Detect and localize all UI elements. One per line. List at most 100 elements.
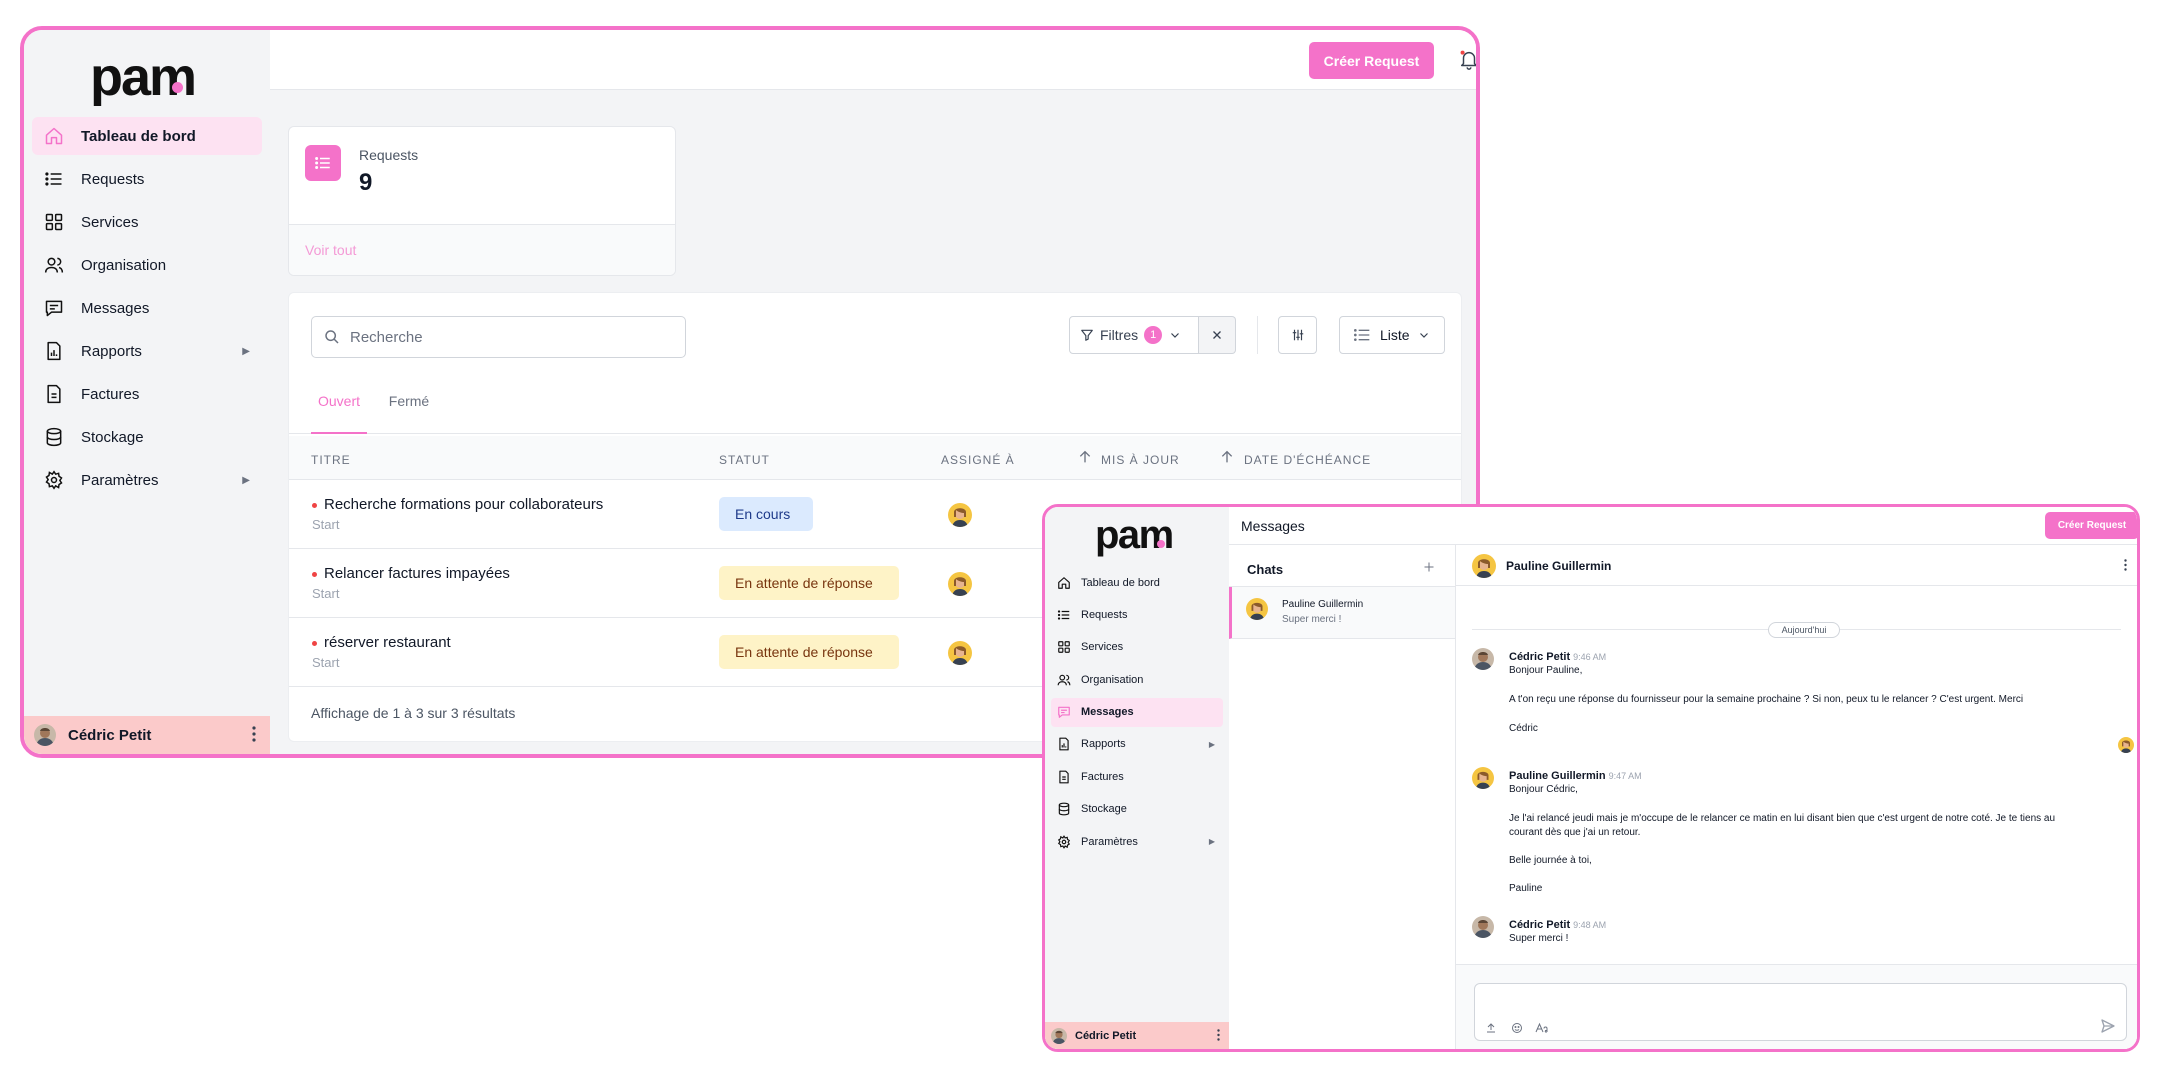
chats-title: Chats bbox=[1247, 562, 1284, 577]
message-author: Cédric Petit bbox=[1509, 919, 1571, 931]
unread-dot bbox=[312, 641, 317, 646]
create-request-button[interactable]: Créer Request bbox=[1309, 42, 1434, 79]
bell-icon[interactable] bbox=[1458, 48, 1476, 72]
column-header-assigned[interactable]: Assigné à bbox=[941, 453, 1015, 467]
database-icon bbox=[44, 427, 64, 447]
sidebar-item-stockage[interactable]: Stockage bbox=[1051, 795, 1223, 824]
emoji-icon[interactable] bbox=[1511, 1022, 1523, 1034]
sidebar: pam Tableau de bord Requests Services Or… bbox=[24, 30, 270, 754]
logo-dot bbox=[1157, 540, 1165, 548]
grid-icon bbox=[1057, 640, 1071, 654]
row-title[interactable]: Relancer factures impayées bbox=[324, 565, 510, 582]
column-header-updated[interactable]: Mis à jour bbox=[1101, 453, 1180, 467]
sidebar-item-organisation[interactable]: Organisation bbox=[1051, 665, 1223, 694]
message-time: 9:46 AM bbox=[1573, 652, 1607, 662]
see-all-link[interactable]: Voir tout bbox=[289, 224, 675, 275]
row-title[interactable]: Recherche formations pour collaborateurs bbox=[324, 496, 603, 513]
avatar bbox=[1051, 1027, 1067, 1044]
filters-button[interactable]: Filtres 1 bbox=[1069, 316, 1199, 354]
avatar bbox=[1472, 648, 1494, 670]
list-icon bbox=[1057, 608, 1071, 622]
database-icon bbox=[1057, 802, 1071, 816]
more-vertical-icon[interactable] bbox=[2124, 559, 2127, 571]
home-icon bbox=[44, 126, 64, 146]
requests-stat-card: Requests 9 Voir tout bbox=[288, 126, 676, 276]
more-vertical-icon[interactable] bbox=[252, 726, 256, 742]
messages-window: pam Tableau de bord Requests Services Or… bbox=[1042, 504, 2140, 1052]
view-select[interactable]: Liste bbox=[1339, 316, 1445, 354]
row-subtitle: Start bbox=[312, 517, 340, 532]
create-request-button[interactable]: Créer Request bbox=[2045, 512, 2137, 539]
chevron-down-icon bbox=[1418, 329, 1430, 341]
sidebar-item-tableau-de-bord[interactable]: Tableau de bord bbox=[1051, 568, 1223, 597]
chat-icon bbox=[1057, 705, 1071, 719]
message-text: A t'on reçu une réponse du fournisseur p… bbox=[1509, 694, 2024, 705]
avatar bbox=[1472, 554, 1496, 578]
arrow-up-icon[interactable] bbox=[1219, 448, 1235, 466]
message-author: Cédric Petit bbox=[1509, 651, 1571, 663]
chats-panel: Chats Pauline Guillermin Super merci ! bbox=[1229, 545, 1456, 1049]
caret-right-icon: ▶ bbox=[1208, 837, 1215, 847]
message-author: Pauline Guillermin bbox=[1509, 770, 1606, 782]
tab-ouvert[interactable]: Ouvert bbox=[311, 393, 367, 434]
column-header-due-date[interactable]: Date d'échéance bbox=[1244, 453, 1371, 467]
send-icon[interactable] bbox=[2100, 1018, 2116, 1034]
sidebar-item-label: Rapports bbox=[1081, 738, 1126, 751]
message-text: Je l'ai relancé jeudi mais je m'occupe d… bbox=[1509, 813, 2056, 824]
user-menu[interactable]: Cédric Petit bbox=[24, 716, 270, 754]
avatar bbox=[948, 641, 972, 665]
conversation-header: Pauline Guillermin bbox=[1456, 545, 2137, 586]
stat-value: 9 bbox=[359, 169, 373, 196]
logo: pam bbox=[90, 47, 197, 107]
sidebar-item-rapports[interactable]: Rapports ▶ bbox=[32, 332, 262, 370]
sidebar-item-messages[interactable]: Messages bbox=[1051, 697, 1223, 727]
sidebar-item-organisation[interactable]: Organisation bbox=[32, 246, 262, 284]
messages-main: Messages Créer Request Chats Pauline Gui… bbox=[1229, 507, 2137, 1049]
sidebar-item-label: Factures bbox=[1081, 770, 1124, 783]
sidebar-item-parametres[interactable]: Paramètres ▶ bbox=[1051, 827, 1223, 856]
sidebar-item-stockage[interactable]: Stockage bbox=[32, 418, 262, 456]
sidebar-item-tableau-de-bord[interactable]: Tableau de bord bbox=[32, 117, 262, 155]
tab-ferme[interactable]: Fermé bbox=[381, 393, 437, 434]
grid-icon bbox=[44, 212, 64, 232]
sidebar-item-parametres[interactable]: Paramètres ▶ bbox=[32, 461, 262, 499]
upload-icon[interactable] bbox=[1485, 1022, 1497, 1034]
arrow-up-icon[interactable] bbox=[1077, 448, 1093, 466]
message-time: 9:48 AM bbox=[1573, 920, 1607, 930]
sidebar-item-requests[interactable]: Requests bbox=[32, 160, 262, 198]
sidebar-item-label: Messages bbox=[81, 299, 150, 317]
avatar bbox=[948, 572, 972, 596]
sidebar-item-messages[interactable]: Messages bbox=[32, 289, 262, 327]
message-header: Pauline Guillermin 9:47 AM bbox=[1509, 766, 1642, 784]
user-menu[interactable]: Cédric Petit bbox=[1045, 1022, 1229, 1049]
filters-count-badge: 1 bbox=[1144, 326, 1163, 344]
search-input[interactable]: Recherche bbox=[311, 316, 686, 358]
message-text: courant dès que j'ai un retour. bbox=[1509, 827, 1641, 838]
message-input[interactable] bbox=[1474, 983, 2127, 1041]
more-vertical-icon[interactable] bbox=[1217, 1029, 1220, 1041]
sidebar-item-rapports[interactable]: Rapports ▶ bbox=[1051, 730, 1223, 759]
message-text: Pauline bbox=[1509, 883, 1543, 894]
sidebar-item-label: Rapports bbox=[81, 342, 142, 360]
column-header-status[interactable]: Statut bbox=[719, 453, 770, 467]
sidebar-item-services[interactable]: Services bbox=[1051, 633, 1223, 662]
sliders-icon bbox=[1291, 328, 1305, 342]
sidebar-item-factures[interactable]: Factures bbox=[1051, 762, 1223, 791]
chat-list-item[interactable]: Pauline Guillermin Super merci ! bbox=[1229, 587, 1455, 639]
column-header-title[interactable]: Titre bbox=[311, 453, 351, 467]
sidebar-item-label: Requests bbox=[81, 170, 145, 188]
sidebar-item-label: Stockage bbox=[81, 428, 144, 446]
sidebar-item-requests[interactable]: Requests bbox=[1051, 600, 1223, 629]
filter-icon bbox=[1080, 328, 1094, 342]
sidebar-item-services[interactable]: Services bbox=[32, 203, 262, 241]
unread-dot bbox=[312, 503, 317, 508]
plus-icon[interactable] bbox=[1423, 561, 1435, 573]
row-title[interactable]: réserver restaurant bbox=[324, 634, 451, 651]
text-format-icon[interactable] bbox=[1535, 1022, 1549, 1034]
tabs-divider bbox=[289, 433, 1461, 434]
pagination-summary: Affichage de 1 à 3 sur 3 résultats bbox=[311, 705, 516, 721]
sort-options-button[interactable] bbox=[1278, 316, 1317, 354]
clear-filters-button[interactable] bbox=[1199, 316, 1236, 354]
user-name: Cédric Petit bbox=[1075, 1029, 1137, 1042]
sidebar-item-factures[interactable]: Factures bbox=[32, 375, 262, 413]
